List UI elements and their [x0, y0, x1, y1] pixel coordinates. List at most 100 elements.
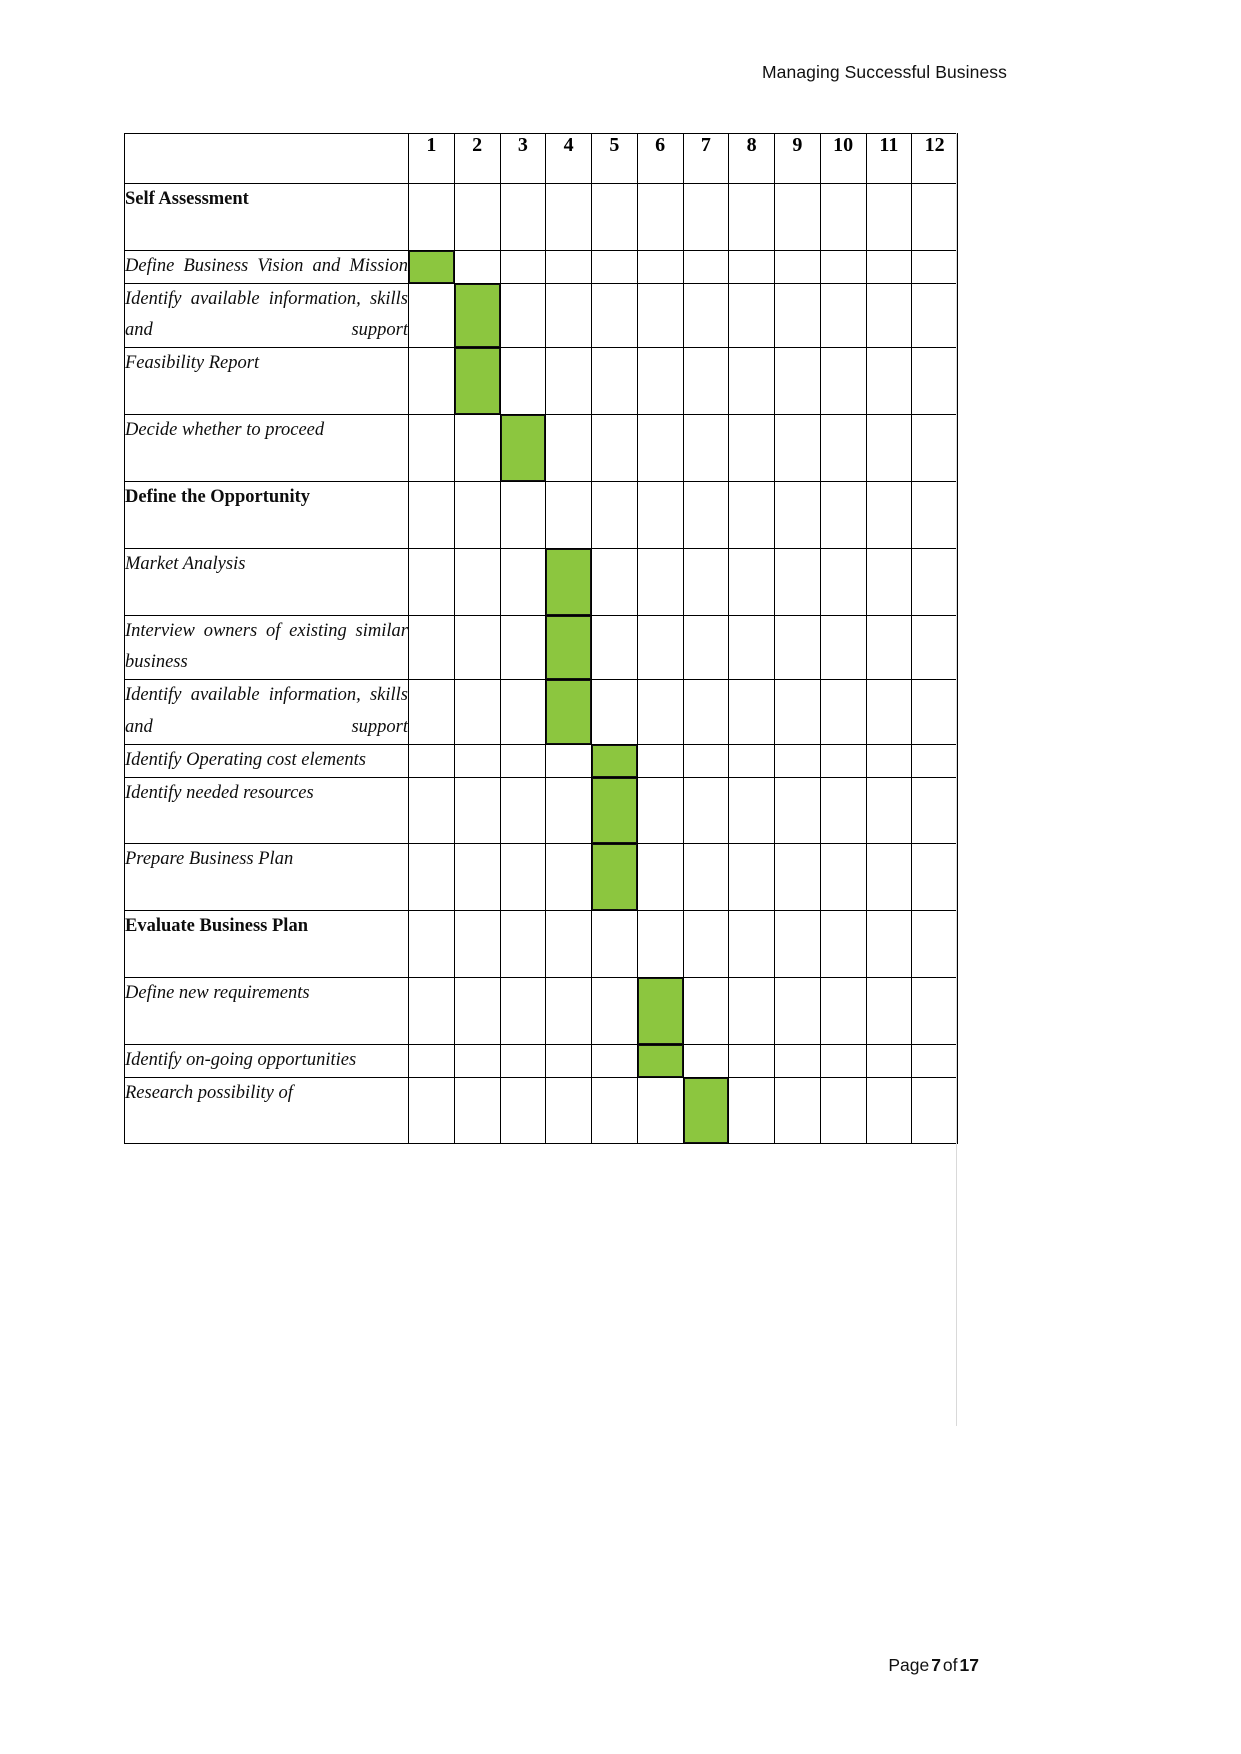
gantt-empty-month-9 — [774, 547, 821, 616]
gantt-empty-month-1 — [408, 183, 455, 251]
gantt-bar-month-5 — [591, 743, 638, 778]
gantt-empty-month-11 — [865, 1076, 913, 1145]
table-body: Self Assessment Define Business Vision an… — [124, 183, 958, 1145]
gantt-empty-month-3 — [499, 480, 547, 549]
task-label: Define new requirements — [124, 977, 409, 1045]
gantt-empty-month-1 — [408, 1076, 455, 1145]
gantt-empty-month-8 — [728, 977, 775, 1045]
gantt-empty-month-2 — [453, 249, 501, 284]
section-label: Define the Opportunity — [124, 480, 409, 549]
gantt-empty-month-9 — [774, 1043, 821, 1078]
gantt-empty-month-10 — [819, 910, 867, 978]
gantt-bar-month-4 — [545, 614, 592, 681]
gantt-empty-month-8 — [728, 347, 775, 416]
gantt-empty-month-1 — [408, 547, 455, 616]
gantt-empty-month-9 — [774, 347, 821, 416]
task-label: Identify Operating cost elements — [124, 743, 409, 778]
month-header-9: 9 — [774, 133, 821, 184]
gantt-empty-month-4 — [545, 743, 592, 778]
gantt-empty-month-7 — [682, 480, 730, 549]
footer-page-number: 7 — [931, 1655, 941, 1675]
task-row: Identify available information, skills a… — [124, 679, 958, 745]
month-header-row: 1 2 3 4 5 6 7 8 9 10 11 12 — [124, 133, 958, 184]
task-label: Identify available information, skills a… — [124, 282, 409, 349]
gantt-empty-month-2 — [453, 614, 501, 681]
month-header-12: 12 — [911, 133, 958, 184]
gantt-empty-month-8 — [728, 1043, 775, 1078]
gantt-empty-month-10 — [819, 480, 867, 549]
gantt-empty-month-11 — [865, 776, 913, 845]
gantt-empty-month-2 — [453, 183, 501, 251]
gantt-empty-month-9 — [774, 977, 821, 1045]
gantt-empty-month-12 — [911, 614, 958, 681]
gantt-empty-month-4 — [545, 249, 592, 284]
gantt-empty-month-11 — [865, 249, 913, 284]
gantt-empty-month-3 — [499, 249, 547, 284]
gantt-empty-month-4 — [545, 977, 592, 1045]
gantt-empty-month-10 — [819, 1076, 867, 1145]
gantt-empty-month-12 — [911, 547, 958, 616]
gantt-empty-month-8 — [728, 183, 775, 251]
gantt-bar-month-3 — [499, 414, 547, 482]
gantt-empty-month-5 — [591, 910, 638, 978]
running-header: Managing Successful Business — [761, 62, 1007, 82]
gantt-empty-month-1 — [408, 679, 455, 745]
gantt-empty-month-8 — [728, 776, 775, 845]
gantt-empty-month-7 — [682, 414, 730, 482]
gantt-empty-month-9 — [774, 843, 821, 912]
gantt-empty-month-2 — [453, 1076, 501, 1145]
gantt-empty-month-11 — [865, 347, 913, 416]
gantt-empty-month-12 — [911, 347, 958, 416]
gantt-empty-month-7 — [682, 614, 730, 681]
corner-cell — [124, 133, 409, 184]
gantt-empty-month-12 — [911, 1043, 958, 1078]
gantt-empty-month-10 — [819, 679, 867, 745]
task-row: Define new requirements — [124, 977, 958, 1045]
gantt-empty-month-8 — [728, 743, 775, 778]
gantt-empty-month-5 — [591, 347, 638, 416]
task-row: Identify available information, skills a… — [124, 282, 958, 349]
gantt-empty-month-8 — [728, 614, 775, 681]
gantt-empty-month-10 — [819, 347, 867, 416]
gantt-empty-month-8 — [728, 249, 775, 284]
month-header-3: 3 — [499, 133, 547, 184]
gantt-empty-month-3 — [499, 679, 547, 745]
gantt-empty-month-6 — [636, 547, 684, 616]
gantt-empty-month-4 — [545, 910, 592, 978]
gantt-empty-month-10 — [819, 282, 867, 349]
task-row: Prepare Business Plan — [124, 843, 958, 912]
gantt-empty-month-6 — [636, 614, 684, 681]
gantt-empty-month-11 — [865, 614, 913, 681]
section-label: Self Assessment — [124, 183, 409, 251]
gantt-empty-month-12 — [911, 282, 958, 349]
gantt-empty-month-5 — [591, 1076, 638, 1145]
table-head: 1 2 3 4 5 6 7 8 9 10 11 12 — [124, 133, 958, 184]
task-row: Define Business Vision and Mission — [124, 249, 958, 284]
gantt-empty-month-7 — [682, 347, 730, 416]
gantt-empty-month-12 — [911, 910, 958, 978]
footer-total-pages: 17 — [959, 1655, 979, 1675]
gantt-empty-month-6 — [636, 776, 684, 845]
gantt-empty-month-3 — [499, 1043, 547, 1078]
gantt-empty-month-10 — [819, 414, 867, 482]
gantt-empty-month-8 — [728, 282, 775, 349]
task-label: Prepare Business Plan — [124, 843, 409, 912]
gantt-empty-month-9 — [774, 910, 821, 978]
gantt-table: 1 2 3 4 5 6 7 8 9 10 11 12 Self Assessment Define Bu… — [124, 133, 958, 1145]
month-header-7: 7 — [682, 133, 730, 184]
section-row: Define the Opportunity — [124, 480, 958, 549]
gantt-empty-month-3 — [499, 183, 547, 251]
gantt-empty-month-12 — [911, 249, 958, 284]
gantt-empty-month-10 — [819, 547, 867, 616]
gantt-empty-month-9 — [774, 414, 821, 482]
gantt-empty-month-6 — [636, 249, 684, 284]
gantt-empty-month-9 — [774, 776, 821, 845]
gantt-empty-month-6 — [636, 1076, 684, 1145]
task-row: Identify needed resources — [124, 776, 958, 845]
gantt-empty-month-10 — [819, 1043, 867, 1078]
section-row: Evaluate Business Plan — [124, 910, 958, 978]
gantt-empty-month-2 — [453, 977, 501, 1045]
gantt-empty-month-5 — [591, 547, 638, 616]
gantt-empty-month-4 — [545, 1076, 592, 1145]
month-header-2: 2 — [453, 133, 501, 184]
